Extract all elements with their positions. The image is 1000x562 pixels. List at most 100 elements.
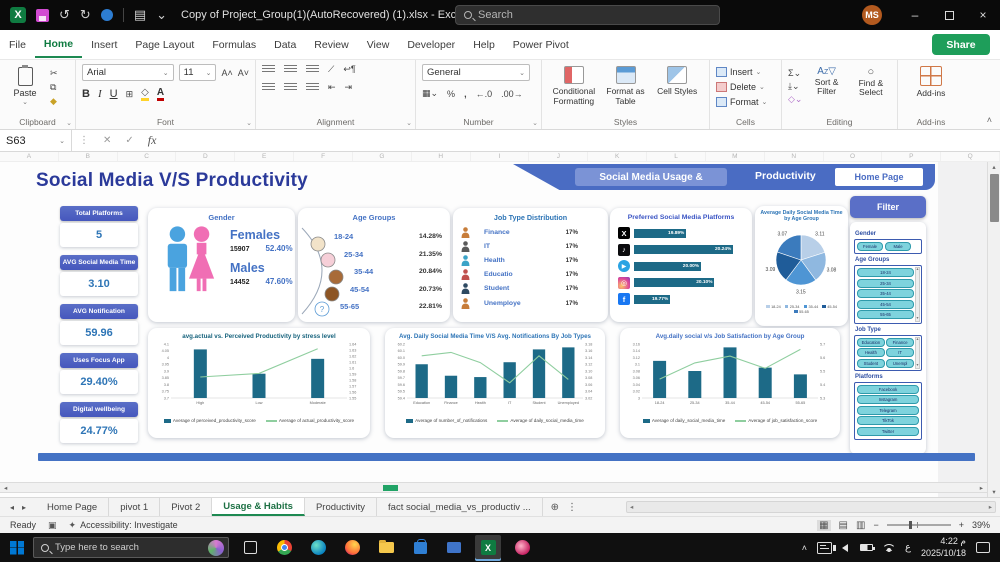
taskbar-search[interactable]: Type here to search xyxy=(33,537,229,558)
column-header-A[interactable]: A xyxy=(0,152,59,161)
align-left-icon[interactable] xyxy=(262,83,275,92)
slicer-item[interactable]: Facebook xyxy=(857,384,919,394)
cell-styles-button[interactable]: Cell Styles xyxy=(651,64,703,107)
hidden-icons-chevron[interactable]: ˄ xyxy=(802,543,807,553)
sheet-tab-productivity[interactable]: Productivity xyxy=(305,498,378,516)
bold-button[interactable]: B xyxy=(82,88,90,100)
sheet-options-icon[interactable]: ⋮ xyxy=(567,502,577,513)
quick-access-icon[interactable] xyxy=(100,9,113,21)
customize-toolbar-icon[interactable]: ⌄ xyxy=(156,7,167,23)
column-header-L[interactable]: L xyxy=(647,152,706,161)
zoom-out-icon[interactable]: − xyxy=(873,520,878,530)
platforms-card[interactable]: Preferred Social Media Platforms X 19.89%… xyxy=(610,208,752,322)
firefox-icon[interactable] xyxy=(339,535,365,561)
scroll-left-icon[interactable]: ◂ xyxy=(4,484,7,492)
fill-color-icon[interactable]: ◇ xyxy=(141,87,149,101)
menu-tab-insert[interactable]: Insert xyxy=(82,33,126,57)
column-header-H[interactable]: H xyxy=(412,152,471,161)
column-header-C[interactable]: C xyxy=(118,152,177,161)
format-as-table-button[interactable]: Format as Table xyxy=(600,64,652,107)
slicer-item[interactable]: Male xyxy=(885,242,911,251)
menu-tab-power-pivot[interactable]: Power Pivot xyxy=(504,33,578,57)
number-dialog-launcher[interactable]: ⌄ xyxy=(532,119,538,127)
font-dialog-launcher[interactable]: ⌄ xyxy=(246,119,252,127)
task-view-button[interactable] xyxy=(237,535,263,561)
tab-row-scrollbar[interactable]: ◂ ▸ xyxy=(626,501,996,513)
insert-function-icon[interactable]: fx xyxy=(141,133,164,148)
battery-icon[interactable] xyxy=(859,544,875,551)
menu-tab-help[interactable]: Help xyxy=(464,33,504,57)
menu-tab-review[interactable]: Review xyxy=(305,33,357,57)
formula-bar-menu-icon[interactable]: ⋮ xyxy=(72,135,96,146)
banner-productivity-tab[interactable]: Productivity xyxy=(755,170,816,182)
slicer-scrollbar[interactable]: ▲ ▼ xyxy=(915,267,920,322)
scroll-up-icon[interactable]: ▴ xyxy=(988,163,1000,171)
zoom-slider[interactable] xyxy=(886,521,951,529)
tab-scroll-right-icon[interactable]: ▸ xyxy=(989,503,992,511)
format-painter-icon[interactable]: ◆ xyxy=(50,96,58,107)
scroll-thumb[interactable] xyxy=(383,485,398,491)
sort-filter-button[interactable]: AZ▽ Sort & Filter xyxy=(806,64,846,105)
column-header-B[interactable]: B xyxy=(59,152,118,161)
cut-icon[interactable]: ✂ xyxy=(50,68,58,79)
confirm-entry-icon[interactable]: ✓ xyxy=(118,135,140,146)
tab-scroll-left-icon[interactable]: ◂ xyxy=(630,503,633,511)
file-explorer-icon[interactable] xyxy=(373,535,399,561)
slicer-item[interactable]: IT xyxy=(886,348,914,357)
zoom-in-icon[interactable]: + xyxy=(959,520,964,530)
slicer-scroll-up-icon[interactable]: ▲ xyxy=(916,337,919,342)
zoom-level[interactable]: 39% xyxy=(972,520,990,530)
menu-tab-data[interactable]: Data xyxy=(265,33,305,57)
italic-button[interactable]: I xyxy=(98,88,102,100)
slicer-item[interactable]: Instagram xyxy=(857,395,919,404)
undo-icon[interactable]: ↺ xyxy=(59,7,70,23)
menu-tab-formulas[interactable]: Formulas xyxy=(203,33,265,57)
news-widget-icon[interactable] xyxy=(816,541,832,554)
number-format-select[interactable]: General ⌄ xyxy=(422,64,530,81)
chrome-icon[interactable] xyxy=(271,535,297,561)
slicer-item[interactable]: 35-44 xyxy=(857,289,914,298)
gender-card[interactable]: Gender Females 15907 52.40% Males 14452 … xyxy=(148,208,295,322)
align-middle-icon[interactable] xyxy=(284,65,297,74)
decrease-decimal-icon[interactable]: .00→ xyxy=(501,89,523,99)
slicer-item[interactable]: 18-24 xyxy=(857,268,914,277)
slicer-item[interactable]: Education xyxy=(857,337,885,347)
accessibility-status[interactable]: ✦ Accessibility: Investigate xyxy=(69,520,178,531)
column-header-O[interactable]: O xyxy=(824,152,883,161)
slicer-scroll-up-icon[interactable]: ▲ xyxy=(916,267,919,272)
accounting-format-icon[interactable]: ▦⌄ xyxy=(422,88,438,99)
column-header-I[interactable]: I xyxy=(471,152,530,161)
slicer-scroll-down-icon[interactable]: ▼ xyxy=(916,363,919,368)
font-size-select[interactable]: 11 ⌄ xyxy=(178,64,217,81)
new-sheet-icon[interactable]: ⊕ xyxy=(551,502,559,513)
slicer-scrollbar[interactable]: ▲ ▼ xyxy=(915,336,920,369)
autosum-icon[interactable]: Σ⌄ xyxy=(788,68,802,79)
worksheet[interactable]: Social Media V/S Productivity Social Med… xyxy=(0,162,1000,497)
increase-indent-icon[interactable]: ⇥ xyxy=(345,82,353,93)
wrap-text-icon[interactable]: ↩¶ xyxy=(343,64,355,75)
age-groups-card[interactable]: Age Groups ? 18-24 14.28% 25-34 21.35% 35-44… xyxy=(298,208,450,322)
user-avatar[interactable]: MS xyxy=(862,5,882,25)
vertical-scroll-thumb[interactable] xyxy=(990,174,999,222)
wifi-icon[interactable] xyxy=(882,543,895,552)
column-header-N[interactable]: N xyxy=(765,152,824,161)
column-header-D[interactable]: D xyxy=(176,152,236,161)
column-headers[interactable]: ABCDEFGHIJKLMNOPQ xyxy=(0,152,1000,162)
align-right-icon[interactable] xyxy=(306,83,319,92)
sheet-tab-fact-social-media-vs-productiv-[interactable]: fact social_media_vs_productiv ... xyxy=(377,498,543,516)
find-select-button[interactable]: ○ Find & Select xyxy=(851,64,891,105)
column-header-E[interactable]: E xyxy=(235,152,295,161)
paste-button[interactable]: Paste ⌄ xyxy=(6,64,44,107)
column-header-M[interactable]: M xyxy=(706,152,765,161)
sheet-nav-left-icon[interactable]: ◂ xyxy=(10,503,14,512)
slicer-item[interactable]: Finance xyxy=(886,337,914,347)
minimize-button[interactable]: – xyxy=(898,0,932,30)
menu-tab-developer[interactable]: Developer xyxy=(398,33,464,57)
filter-header[interactable]: Filter xyxy=(850,196,926,218)
scroll-down-icon[interactable]: ▾ xyxy=(988,488,1000,496)
jobtypes-notifications-chart[interactable]: Avg. Daily Social Media Time V/S Avg. No… xyxy=(385,328,605,438)
align-center-icon[interactable] xyxy=(284,83,297,92)
column-header-Q[interactable]: Q xyxy=(941,152,1000,161)
horizontal-scrollbar[interactable]: ◂ ▸ xyxy=(0,482,987,493)
menu-tab-file[interactable]: File xyxy=(0,33,35,57)
